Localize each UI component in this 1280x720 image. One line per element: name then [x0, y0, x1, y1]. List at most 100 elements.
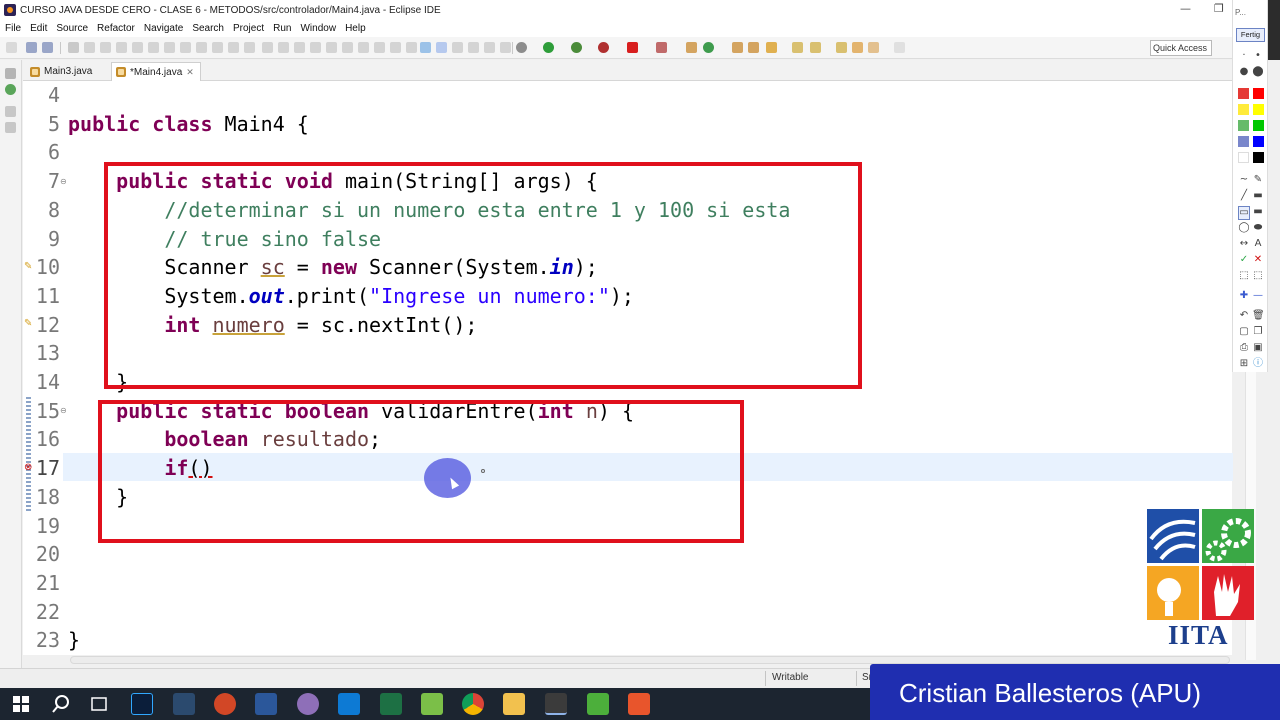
color-swatch-red-light[interactable]: [1238, 88, 1249, 99]
undo-icon[interactable]: ↶: [1238, 310, 1250, 322]
show-icon[interactable]: [310, 42, 321, 53]
block2-icon[interactable]: [484, 42, 495, 53]
print-icon[interactable]: ⎙: [1238, 342, 1250, 354]
cross-icon[interactable]: ✕: [1252, 254, 1264, 266]
link-icon[interactable]: [358, 42, 369, 53]
pen-xlarge-icon[interactable]: ⬤: [1252, 66, 1264, 78]
stop-icon[interactable]: [627, 42, 638, 53]
camtasia-recorder-icon[interactable]: [587, 693, 609, 715]
search-tool-icon[interactable]: [766, 42, 777, 53]
photoshop-icon[interactable]: [131, 693, 153, 715]
menu-navigate[interactable]: Navigate: [144, 23, 183, 34]
fold-icon[interactable]: ⊖: [60, 406, 67, 415]
external-tools-icon[interactable]: [598, 42, 609, 53]
menu-source[interactable]: Source: [56, 23, 88, 34]
back-icon[interactable]: [852, 42, 863, 53]
print-icon[interactable]: [68, 42, 79, 53]
wrap-icon[interactable]: [212, 42, 223, 53]
paint-icon[interactable]: [297, 693, 319, 715]
powerpoint-icon[interactable]: [214, 693, 236, 715]
next-icon[interactable]: [894, 42, 905, 53]
select-icon[interactable]: ⬚: [1252, 270, 1264, 282]
menu-window[interactable]: Window: [300, 23, 336, 34]
filled-ellipse-icon[interactable]: ⬬: [1252, 222, 1264, 234]
menu-help[interactable]: Help: [345, 23, 366, 34]
terminate-icon[interactable]: [656, 42, 667, 53]
pin-icon[interactable]: [420, 42, 431, 53]
sort-icon[interactable]: [390, 42, 401, 53]
freehand-icon[interactable]: ~: [1238, 174, 1250, 186]
color-swatch-green-light[interactable]: [1238, 120, 1249, 131]
info-icon[interactable]: ⓘ: [1252, 358, 1264, 370]
copy-icon[interactable]: ❐: [1252, 326, 1264, 338]
open-type-icon[interactable]: [732, 42, 743, 53]
excel-icon[interactable]: [380, 693, 402, 715]
arrow-icon[interactable]: ↔: [1238, 238, 1250, 250]
highlight-icon[interactable]: [294, 42, 305, 53]
pen-small-icon[interactable]: ·: [1238, 50, 1250, 62]
coverage-icon[interactable]: [571, 42, 582, 53]
block-icon[interactable]: [100, 42, 111, 53]
annotation-prev-icon[interactable]: [810, 42, 821, 53]
restore-icon[interactable]: [5, 68, 16, 79]
filled-rectangle-icon[interactable]: ▬: [1252, 206, 1264, 218]
tab-main4[interactable]: *Main4.java ✕: [111, 62, 201, 81]
marker-icon[interactable]: ▬: [1252, 190, 1264, 202]
ruler-icon[interactable]: [342, 42, 353, 53]
last-edit-icon[interactable]: [836, 42, 847, 53]
doc-icon[interactable]: [468, 42, 479, 53]
menu-file[interactable]: File: [5, 23, 21, 34]
pen-medium-icon[interactable]: •: [1252, 50, 1264, 62]
check-icon[interactable]: ✓: [1238, 254, 1250, 266]
mark-occurrences-icon[interactable]: [262, 42, 273, 53]
eclipse-taskbar-icon[interactable]: [545, 693, 567, 715]
crop-icon[interactable]: ⬚: [1238, 270, 1250, 282]
close-icon[interactable]: ✕: [186, 67, 194, 78]
whitespace-icon[interactable]: [228, 42, 239, 53]
highlight-pen-icon[interactable]: [436, 42, 447, 53]
mark-icon[interactable]: [116, 42, 127, 53]
color-swatch-black[interactable]: [1253, 152, 1264, 163]
color-swatch-red[interactable]: [1253, 88, 1264, 99]
color-swatch-yellow-light[interactable]: [1238, 104, 1249, 115]
open-task-icon[interactable]: [748, 42, 759, 53]
task-list-icon[interactable]: [5, 122, 16, 133]
maximize-button[interactable]: ❐: [1214, 2, 1224, 15]
save-icon[interactable]: ▣: [1252, 342, 1264, 354]
pilcrow-icon[interactable]: [452, 42, 463, 53]
pen-large-icon[interactable]: ●: [1238, 66, 1250, 78]
fertig-button[interactable]: Fertig: [1236, 28, 1265, 42]
annotation-next-icon[interactable]: [792, 42, 803, 53]
color-swatch-yellow[interactable]: [1253, 104, 1264, 115]
ellipse-icon[interactable]: ◯: [1238, 222, 1250, 234]
breadcrumb-icon[interactable]: [278, 42, 289, 53]
file-explorer-icon[interactable]: [503, 693, 525, 715]
save-all-icon[interactable]: [42, 42, 53, 53]
quick-access-input[interactable]: Quick Access: [1150, 40, 1212, 56]
zoom-out-icon[interactable]: —: [1252, 290, 1264, 302]
block-select-icon[interactable]: [244, 42, 255, 53]
notepad-plus-icon[interactable]: [421, 693, 443, 715]
menu-project[interactable]: Project: [233, 23, 264, 34]
indent-icon[interactable]: [164, 42, 175, 53]
shift-icon[interactable]: [196, 42, 207, 53]
trash-icon[interactable]: 🗑: [1252, 310, 1265, 322]
search-icon[interactable]: [50, 693, 72, 715]
fold-icon[interactable]: ⊖: [60, 177, 67, 186]
windows-start-icon[interactable]: [10, 693, 32, 715]
color-swatch-green[interactable]: [1253, 120, 1264, 131]
camtasia-editor-icon[interactable]: [628, 693, 650, 715]
menu-edit[interactable]: Edit: [30, 23, 47, 34]
text-icon[interactable]: A: [1252, 238, 1264, 250]
debug-icon[interactable]: [516, 42, 527, 53]
comment-icon[interactable]: [148, 42, 159, 53]
menu-run[interactable]: Run: [273, 23, 291, 34]
toggle-icon[interactable]: [84, 42, 95, 53]
filter-icon[interactable]: [374, 42, 385, 53]
menu-search[interactable]: Search: [192, 23, 224, 34]
new-page-icon[interactable]: ▢: [1238, 326, 1250, 338]
task-icon[interactable]: [406, 42, 417, 53]
tab-main3[interactable]: Main3.java: [26, 62, 98, 81]
task-view-icon[interactable]: [88, 693, 110, 715]
zoom-in-icon[interactable]: ✚: [1238, 290, 1250, 302]
